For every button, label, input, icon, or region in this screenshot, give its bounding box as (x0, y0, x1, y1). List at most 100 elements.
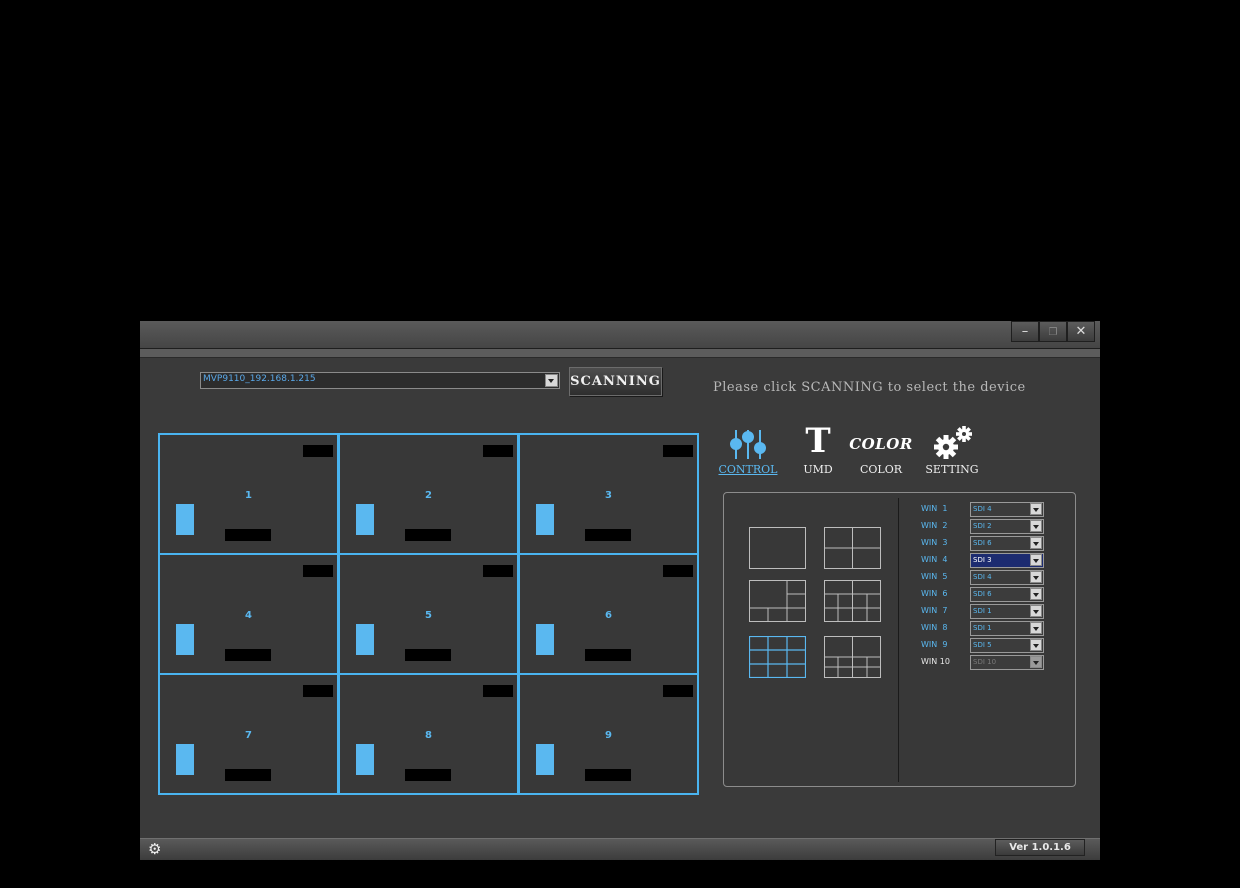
win-source-value: SDI 10 (973, 658, 997, 666)
layout-10-icon[interactable] (824, 580, 881, 622)
control-panel: WIN 1 SDI 4 WIN 2 SDI 2 WIN 3 SDI 6 WIN 4 SD… (723, 492, 1076, 787)
layout-1plus8-icon[interactable] (824, 636, 881, 678)
layout-quad-icon[interactable] (824, 527, 881, 569)
audio-meter (176, 504, 194, 535)
audio-meter (536, 624, 554, 655)
umd-top-box (483, 685, 513, 697)
layout-single-icon[interactable] (749, 527, 806, 569)
umd-top-box (303, 445, 333, 457)
win-source-select[interactable]: SDI 5 (970, 638, 1044, 653)
win-label: WIN 8 (921, 623, 948, 632)
preview-window[interactable]: 8 (338, 673, 519, 795)
audio-meter (356, 504, 374, 535)
title-bar[interactable]: – ❐ ✕ (140, 321, 1100, 349)
win-source-select[interactable]: SDI 4 (970, 570, 1044, 585)
win-label: WIN 3 (921, 538, 948, 547)
audio-meter (356, 624, 374, 655)
chevron-down-icon[interactable] (1030, 503, 1042, 515)
tab-label: CONTROL (718, 463, 778, 476)
close-icon: ✕ (1075, 324, 1087, 339)
win-source-value: SDI 3 (973, 556, 992, 564)
tab-label: SETTING (925, 463, 979, 476)
window-number: 6 (605, 610, 612, 621)
chevron-down-icon[interactable] (1030, 639, 1042, 651)
audio-meter (536, 744, 554, 775)
minimize-button[interactable]: – (1011, 321, 1039, 342)
preview-window[interactable]: 1 (158, 433, 339, 555)
layout-3x3-icon[interactable] (749, 636, 806, 678)
win-label: WIN 10 (921, 657, 950, 666)
sliders-icon (730, 430, 766, 459)
umd-bottom-box (225, 649, 271, 661)
win-source-value: SDI 4 (973, 505, 992, 513)
restore-button[interactable]: ❐ (1039, 321, 1067, 342)
chevron-down-icon[interactable] (1030, 537, 1042, 549)
win-source-value: SDI 1 (973, 607, 992, 615)
win-source-select[interactable]: SDI 6 (970, 587, 1044, 602)
tab-control[interactable]: CONTROL (714, 425, 782, 483)
title-strip (140, 349, 1100, 358)
minimize-icon: – (1021, 324, 1029, 339)
umd-top-box (483, 445, 513, 457)
gear-icon[interactable]: ⚙ (148, 841, 161, 857)
win-source-select[interactable]: SDI 3 (970, 553, 1044, 568)
close-button[interactable]: ✕ (1067, 321, 1095, 342)
gears-icon (934, 426, 972, 459)
umd-top-box (663, 565, 693, 577)
tab-setting[interactable]: SETTING (918, 425, 986, 483)
win-label: WIN 5 (921, 572, 948, 581)
device-select[interactable]: MVP9110_192.168.1.215 (200, 372, 560, 389)
window-number: 5 (425, 610, 432, 621)
chevron-down-icon[interactable] (1030, 520, 1042, 532)
preview-window[interactable]: 2 (338, 433, 519, 555)
chevron-down-icon[interactable] (545, 374, 558, 387)
umd-bottom-box (225, 529, 271, 541)
color-icon: COLOR (849, 435, 913, 453)
window-preview-grid: 1 2 3 4 5 6 7 8 9 (158, 433, 700, 795)
status-hint: Please click SCANNING to select the devi… (713, 380, 1026, 395)
win-label: WIN 6 (921, 589, 948, 598)
tab-label: COLOR (859, 463, 903, 476)
preview-window[interactable]: 3 (518, 433, 699, 555)
chevron-down-icon[interactable] (1030, 588, 1042, 600)
layout-1plus5-icon[interactable] (749, 580, 806, 622)
win-source-value: SDI 6 (973, 539, 992, 547)
win-source-select[interactable]: SDI 4 (970, 502, 1044, 517)
chevron-down-icon[interactable] (1030, 571, 1042, 583)
win-source-value: SDI 6 (973, 590, 992, 598)
chevron-down-icon (1030, 656, 1042, 668)
win-source-value: SDI 1 (973, 624, 992, 632)
umd-top-box (303, 685, 333, 697)
version-label: Ver 1.0.1.6 (995, 839, 1085, 856)
app-window: – ❐ ✕ MVP9110_192.168.1.215 SCANNING Ple… (140, 321, 1100, 860)
chevron-down-icon[interactable] (1030, 605, 1042, 617)
win-source-select[interactable]: SDI 6 (970, 536, 1044, 551)
win-source-select[interactable]: SDI 1 (970, 621, 1044, 636)
umd-top-box (663, 445, 693, 457)
preview-window[interactable]: 6 (518, 553, 699, 675)
audio-meter (536, 504, 554, 535)
win-source-value: SDI 5 (973, 641, 992, 649)
umd-top-box (663, 685, 693, 697)
chevron-down-icon[interactable] (1030, 622, 1042, 634)
tab-color[interactable]: COLOR COLOR (847, 425, 915, 483)
umd-t-icon: T (805, 421, 831, 461)
preview-window[interactable]: 5 (338, 553, 519, 675)
window-number: 4 (245, 610, 252, 621)
chevron-down-icon[interactable] (1030, 554, 1042, 566)
scanning-button[interactable]: SCANNING (569, 367, 662, 396)
status-bar: ⚙ Ver 1.0.1.6 (140, 838, 1100, 860)
win-source-select[interactable]: SDI 1 (970, 604, 1044, 619)
window-number: 9 (605, 730, 612, 741)
preview-window[interactable]: 9 (518, 673, 699, 795)
tab-umd[interactable]: T UMD (784, 421, 852, 483)
win-source-select[interactable]: SDI 2 (970, 519, 1044, 534)
audio-meter (176, 744, 194, 775)
preview-window[interactable]: 7 (158, 673, 339, 795)
preview-window[interactable]: 4 (158, 553, 339, 675)
umd-bottom-box (405, 769, 451, 781)
win-label: WIN 7 (921, 606, 948, 615)
audio-meter (176, 624, 194, 655)
umd-top-box (303, 565, 333, 577)
window-number: 1 (245, 490, 252, 501)
